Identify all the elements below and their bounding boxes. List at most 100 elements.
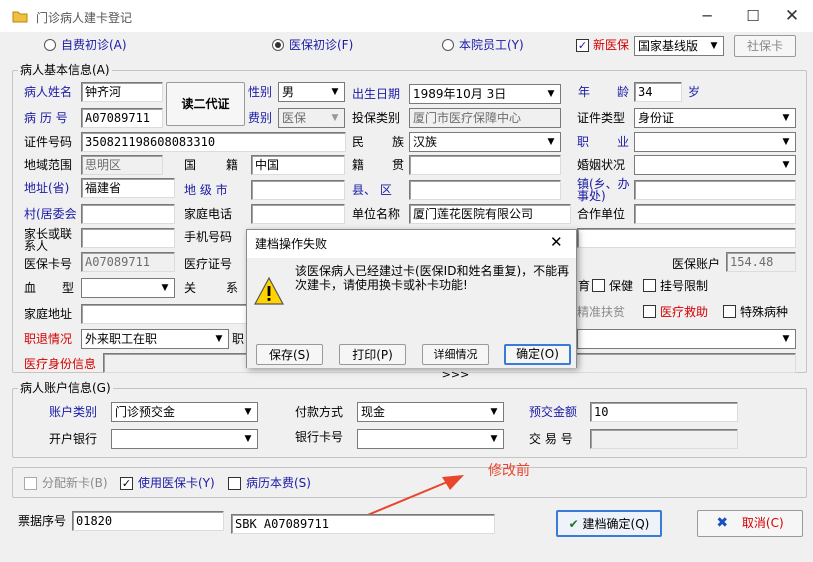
maximize-icon[interactable]: ☐ bbox=[733, 4, 773, 28]
dialog-save-button[interactable]: 保存(S) bbox=[256, 344, 323, 365]
bank-select[interactable]: ▼ bbox=[111, 429, 258, 449]
ticket-input[interactable]: 01820 bbox=[72, 511, 224, 531]
id-number-input[interactable]: 350821198608083310 bbox=[81, 132, 346, 152]
name-label: 病人姓名 bbox=[24, 85, 73, 99]
error-dialog: 建档操作失败 ✕ 该医保病人已经建过卡(医保ID和姓名重复)，不能再次建卡，请使… bbox=[246, 229, 577, 381]
birth-date-picker[interactable]: 1989年10月 3日 ▼ bbox=[409, 84, 561, 104]
mobile-overflow-input[interactable] bbox=[577, 228, 796, 248]
home-address-input[interactable] bbox=[81, 304, 248, 324]
social-card-button[interactable]: 社保卡 bbox=[734, 35, 796, 57]
retire-select[interactable]: 外来职工在职 ▼ bbox=[81, 329, 229, 349]
blood-label-1: 血 bbox=[24, 281, 37, 295]
aid-checkbox[interactable] bbox=[643, 305, 656, 318]
pay-method-select[interactable]: 现金 ▼ bbox=[357, 402, 504, 422]
bank-card-label: 银行卡号 bbox=[295, 430, 344, 444]
use-insurance-card-checkbox[interactable]: ✓ bbox=[120, 477, 133, 490]
age-label-1: 年 bbox=[578, 85, 591, 99]
fee-label: 费别 bbox=[248, 111, 273, 125]
village-input[interactable] bbox=[81, 204, 175, 224]
province-input[interactable]: 福建省 bbox=[81, 178, 175, 198]
check-icon: ✔ bbox=[568, 517, 579, 531]
home-phone-input[interactable] bbox=[251, 204, 345, 224]
sbk-input[interactable]: SBK A07089711 bbox=[231, 514, 495, 534]
minimize-icon[interactable]: ─ bbox=[687, 4, 727, 28]
prepay-input[interactable]: 10 bbox=[590, 402, 738, 422]
record-input[interactable]: A07089711 bbox=[81, 108, 163, 128]
title-bar: 门诊病人建卡登记 ─ ☐ ✕ bbox=[0, 0, 813, 32]
home-address-label: 家庭地址 bbox=[24, 307, 73, 321]
native-label-1: 籍 bbox=[352, 158, 365, 172]
age-input[interactable]: 34 bbox=[634, 82, 682, 102]
nation-input[interactable]: 中国 bbox=[251, 155, 345, 175]
record-fee-checkbox[interactable] bbox=[228, 477, 241, 490]
reg-limit-checkbox[interactable] bbox=[643, 279, 656, 292]
new-insurance-label: 新医保 bbox=[593, 38, 630, 52]
gender-select[interactable]: 男 ▼ bbox=[278, 82, 345, 102]
blood-select[interactable]: ▼ bbox=[81, 278, 175, 298]
city-label: 地 级 市 bbox=[184, 183, 228, 197]
city-input[interactable] bbox=[251, 180, 345, 200]
special-disease-label: 特殊病种 bbox=[740, 305, 789, 319]
dialog-close-icon[interactable]: ✕ bbox=[550, 233, 563, 251]
insurance-type-select[interactable]: 国家基线版 ▼ bbox=[634, 36, 724, 56]
pay-method-label: 付款方式 bbox=[295, 405, 344, 419]
county-input[interactable] bbox=[409, 180, 561, 200]
cancel-button-label: 取消(C) bbox=[741, 516, 784, 530]
special-disease-checkbox[interactable] bbox=[723, 305, 736, 318]
ethnic-select[interactable]: 汉族 ▼ bbox=[409, 132, 561, 152]
region-input[interactable]: 思明区 bbox=[81, 155, 163, 175]
job-select[interactable]: ▼ bbox=[634, 132, 796, 152]
use-insurance-card-label: 使用医保卡(Y) bbox=[138, 476, 215, 490]
name-input[interactable]: 钟齐河 bbox=[81, 82, 163, 102]
radio-self-pay[interactable] bbox=[44, 39, 56, 51]
native-input[interactable] bbox=[409, 155, 561, 175]
dialog-details-button[interactable]: 详细情况>>> bbox=[422, 344, 489, 381]
read-id-card-button[interactable]: 读二代证 bbox=[166, 82, 245, 126]
fee-select[interactable]: 医保 ▼ bbox=[278, 108, 345, 128]
insurance-card-input[interactable]: A07089711 bbox=[81, 252, 175, 272]
basic-info-title: 病人基本信息(A) bbox=[18, 63, 112, 77]
trade-no-input[interactable] bbox=[590, 429, 738, 449]
cancel-button[interactable]: ✖ 取消(C) bbox=[697, 510, 803, 537]
retire-label: 职退情况 bbox=[24, 332, 73, 346]
region-label: 地域范围 bbox=[24, 158, 73, 172]
account-type-select[interactable]: 门诊预交金 ▼ bbox=[111, 402, 258, 422]
health-label: 保健 bbox=[609, 279, 634, 293]
annotation-text: 修改前 bbox=[488, 463, 530, 479]
prepay-label: 预交金额 bbox=[529, 405, 578, 419]
insurance-account-input[interactable]: 154.48 bbox=[726, 252, 796, 272]
id-type-select[interactable]: 身份证 ▼ bbox=[634, 108, 796, 128]
insure-category-select[interactable]: 厦门市医疗保障中心 bbox=[409, 108, 561, 128]
age-label-2: 龄 bbox=[617, 85, 630, 99]
birth-option-label: 育 bbox=[578, 279, 591, 293]
insurance-account-label: 医保账户 bbox=[672, 257, 721, 271]
record-fee-label: 病历本费(S) bbox=[246, 476, 311, 490]
radio-insurance[interactable] bbox=[272, 39, 284, 51]
assign-card-checkbox[interactable] bbox=[24, 477, 37, 490]
med-identity-label: 医疗身份信息 bbox=[24, 357, 97, 371]
bank-card-select[interactable]: ▼ bbox=[357, 429, 504, 449]
aid-label: 医疗救助 bbox=[660, 305, 709, 319]
trade-no-label: 交 易 号 bbox=[529, 432, 573, 446]
dialog-ok-button[interactable]: 确定(O) bbox=[504, 344, 571, 365]
close-icon[interactable]: ✕ bbox=[772, 4, 812, 28]
birth-label: 出生日期 bbox=[352, 87, 401, 101]
guardian-input[interactable] bbox=[81, 228, 175, 248]
ticket-label: 票据序号 bbox=[18, 514, 67, 528]
account-group-title: 病人账户信息(G) bbox=[18, 381, 113, 395]
warning-icon bbox=[253, 276, 285, 305]
marriage-select[interactable]: ▼ bbox=[634, 155, 796, 175]
town-input[interactable] bbox=[634, 180, 796, 200]
blood-label-2: 型 bbox=[62, 281, 75, 295]
work-input[interactable]: 厦门莲花医院有限公司 bbox=[409, 204, 571, 224]
coop-input[interactable] bbox=[634, 204, 796, 224]
new-insurance-checkbox[interactable]: ✓ bbox=[576, 39, 589, 52]
bank-label: 开户银行 bbox=[49, 432, 98, 446]
radio-staff[interactable] bbox=[442, 39, 454, 51]
dialog-print-button[interactable]: 打印(P) bbox=[339, 344, 406, 365]
health-checkbox[interactable] bbox=[592, 279, 605, 292]
confirm-button[interactable]: ✔ 建档确定(Q) bbox=[556, 510, 662, 537]
retire-detail-select[interactable]: ▼ bbox=[577, 329, 796, 349]
home-phone-label: 家庭电话 bbox=[184, 207, 233, 221]
work-label: 单位名称 bbox=[352, 207, 401, 221]
